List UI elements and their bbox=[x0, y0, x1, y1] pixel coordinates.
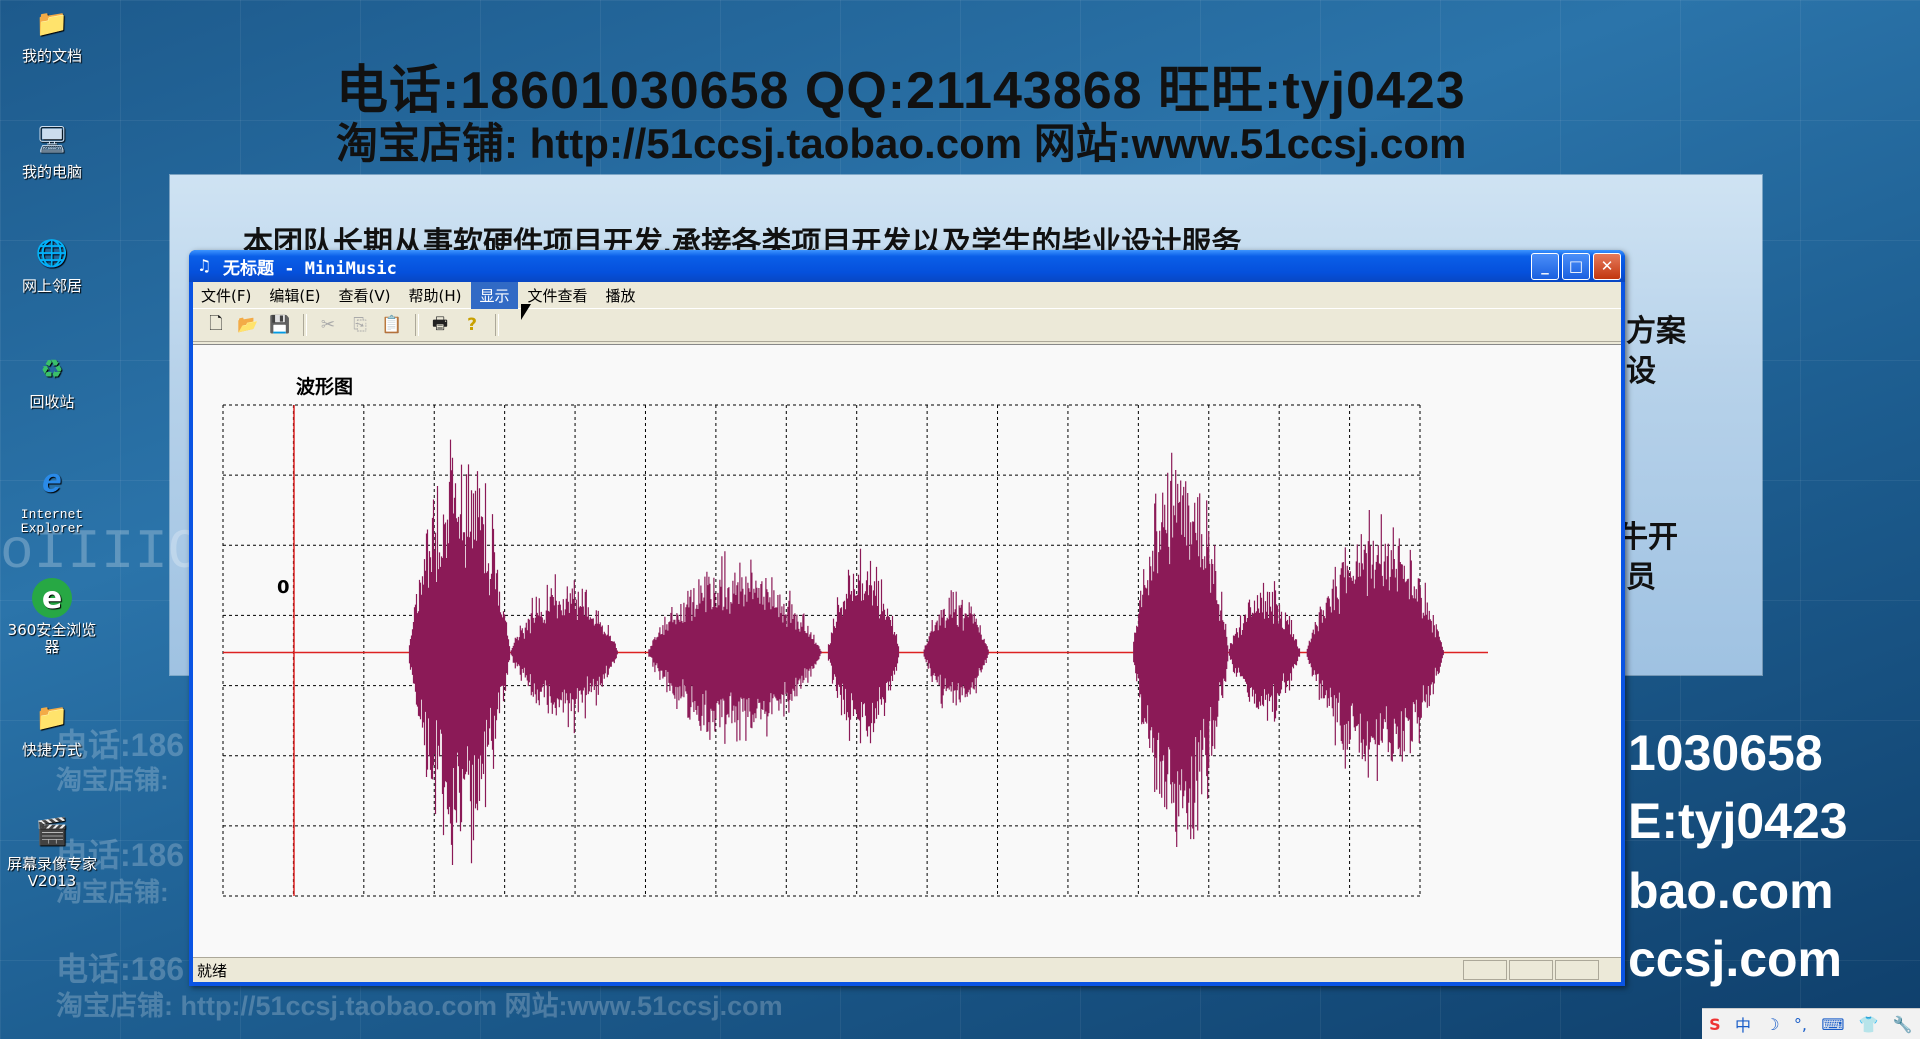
desktop-icon-my-computer[interactable]: 🖥 我的电脑 bbox=[4, 120, 100, 181]
recorder-icon: 🎬 bbox=[35, 816, 69, 847]
big-right-text-3: bao.com bbox=[1628, 863, 1834, 919]
keyboard-icon[interactable]: ⌨ bbox=[1821, 1015, 1844, 1034]
ie-icon: e bbox=[41, 465, 63, 503]
new-file-icon[interactable]: 🗋 bbox=[203, 313, 229, 337]
ghost-text-2: 淘宝店铺: bbox=[56, 765, 169, 795]
big-right-text-1: 1030658 bbox=[1628, 725, 1823, 781]
desktop-icon-recycle-bin[interactable]: ♻ 回收站 bbox=[4, 350, 100, 411]
close-button[interactable]: ✕ bbox=[1593, 252, 1621, 280]
menu-edit[interactable]: 编辑(E) bbox=[261, 282, 328, 309]
desktop-icon-label: 回收站 bbox=[29, 393, 75, 411]
status-text: 就绪 bbox=[197, 961, 228, 980]
desktop-icon-label: 快捷方式 bbox=[21, 741, 82, 759]
big-right-text-2: E:tyj0423 bbox=[1628, 793, 1848, 849]
desktop-icon-label: Internet Explorer bbox=[20, 507, 84, 536]
minimize-icon: _ bbox=[1541, 257, 1549, 275]
toolbar-separator bbox=[415, 314, 419, 336]
mouse-cursor-icon bbox=[521, 304, 531, 320]
minimize-button[interactable]: _ bbox=[1531, 252, 1559, 280]
print-icon[interactable]: 🖶 bbox=[427, 313, 453, 337]
menu-display[interactable]: 显示 bbox=[471, 281, 518, 309]
waveform-chart: 波形图 0 bbox=[222, 375, 1488, 897]
desktop-icon-label: 我的电脑 bbox=[21, 163, 82, 181]
banner-shop-line: 淘宝店铺: http://51ccsj.taobao.com 网站:www.51… bbox=[336, 120, 1467, 167]
ime-chinese-icon[interactable]: 中 bbox=[1735, 1012, 1751, 1036]
zero-axis-label: 0 bbox=[277, 577, 290, 598]
skin-icon[interactable]: 👕 bbox=[1859, 1015, 1879, 1034]
close-icon: ✕ bbox=[1600, 257, 1614, 275]
help-icon[interactable]: ? bbox=[459, 313, 485, 337]
copy-icon[interactable]: ⎘ bbox=[347, 313, 373, 337]
menu-help[interactable]: 帮助(H) bbox=[401, 282, 470, 309]
recycle-bin-icon: ♻ bbox=[40, 354, 64, 385]
toolbar: 🗋 📂 💾 ✂ ⎘ 📋 🖶 ? bbox=[193, 308, 1621, 342]
folder-icon: 📁 bbox=[35, 702, 69, 733]
panel-right-text-2: 设 bbox=[1626, 355, 1656, 388]
punctuation-icon[interactable]: °, bbox=[1794, 1015, 1807, 1034]
cut-icon[interactable]: ✂ bbox=[315, 313, 341, 337]
folder-icon: 📁 bbox=[35, 8, 69, 39]
status-panel bbox=[1509, 960, 1553, 980]
desktop-icon-label: 网上邻居 bbox=[21, 277, 82, 295]
menu-view[interactable]: 查看(V) bbox=[331, 282, 399, 309]
panel-right-text-3: 牛开 bbox=[1618, 521, 1678, 554]
browser-360-icon: e bbox=[32, 578, 72, 618]
network-icon: 🌐 bbox=[35, 238, 69, 269]
ime-tray: S 中 ☽ °, ⌨ 👕 🔧 bbox=[1702, 1008, 1920, 1039]
panel-right-text-1: 方案 bbox=[1626, 315, 1686, 348]
window-client: 文件(F) 编辑(E) 查看(V) 帮助(H) 显示 文件查看 播放 🗋 📂 💾… bbox=[193, 281, 1621, 982]
desktop-icon-my-documents[interactable]: 📁 我的文档 bbox=[4, 4, 100, 65]
desktop-icon-network[interactable]: 🌐 网上邻居 bbox=[4, 234, 100, 295]
paste-icon[interactable]: 📋 bbox=[379, 313, 405, 337]
desktop-icon-shortcut[interactable]: 📁 快捷方式 bbox=[4, 698, 100, 759]
minimusic-window: ♫ 无标题 - MiniMusic _ □ ✕ 文件(F) 编辑(E) 查看(V… bbox=[189, 250, 1625, 986]
settings-wrench-icon[interactable]: 🔧 bbox=[1893, 1015, 1913, 1034]
toolbar-separator bbox=[495, 314, 499, 336]
waveform-canvas: 波形图 0 bbox=[193, 344, 1621, 958]
desktop-icon-label: 360安全浏览器 bbox=[7, 621, 97, 656]
ghost-text-6: 淘宝店铺: http://51ccsj.taobao.com 网站:www.51… bbox=[56, 991, 783, 1021]
panel-right-text-4: 员 bbox=[1626, 561, 1656, 594]
desktop-icon-ie[interactable]: e Internet Explorer bbox=[4, 464, 100, 536]
sogou-icon[interactable]: S bbox=[1709, 1015, 1721, 1034]
open-folder-icon[interactable]: 📂 bbox=[235, 313, 261, 337]
app-icon: ♫ bbox=[197, 256, 212, 275]
desktop-icon-screen-recorder[interactable]: 🎬 屏幕录像专家V2013 bbox=[4, 812, 100, 890]
menu-file[interactable]: 文件(F) bbox=[193, 282, 259, 309]
maximize-icon: □ bbox=[1568, 257, 1584, 275]
desktop-icon-360-browser[interactable]: e 360安全浏览器 bbox=[4, 578, 100, 656]
window-titlebar[interactable]: ♫ 无标题 - MiniMusic _ □ ✕ bbox=[189, 250, 1625, 282]
desktop-icon-label: 屏幕录像专家V2013 bbox=[6, 855, 97, 890]
save-icon[interactable]: 💾 bbox=[267, 313, 293, 337]
window-title: 无标题 - MiniMusic bbox=[223, 258, 397, 279]
toolbar-separator bbox=[303, 314, 307, 336]
maximize-button[interactable]: □ bbox=[1562, 252, 1590, 280]
moon-icon[interactable]: ☽ bbox=[1765, 1015, 1779, 1034]
status-panel bbox=[1463, 960, 1507, 980]
big-right-text-4: ccsj.com bbox=[1628, 931, 1843, 987]
menu-bar: 文件(F) 编辑(E) 查看(V) 帮助(H) 显示 文件查看 播放 bbox=[193, 281, 1621, 309]
chart-title: 波形图 bbox=[296, 375, 353, 398]
waveform-series bbox=[408, 439, 1444, 865]
desktop-icon-label: 我的文档 bbox=[21, 47, 82, 65]
status-panel bbox=[1555, 960, 1599, 980]
status-bar: 就绪 bbox=[193, 957, 1621, 982]
waveform-path bbox=[408, 439, 1444, 865]
computer-icon: 🖥 bbox=[35, 124, 69, 155]
menu-play[interactable]: 播放 bbox=[598, 282, 644, 309]
